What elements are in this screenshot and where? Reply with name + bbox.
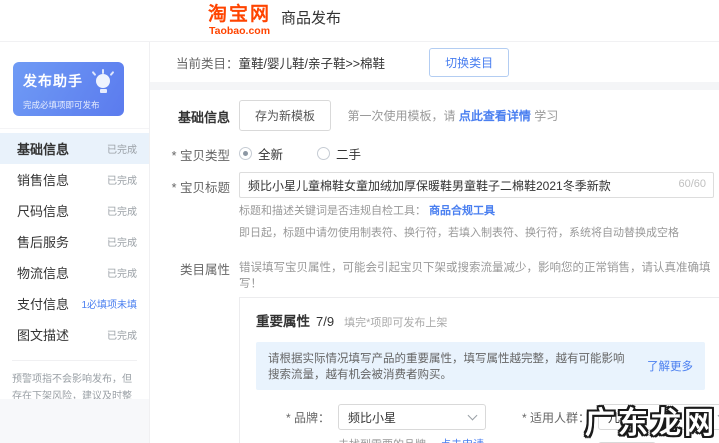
title-input-wrap: 60/60 bbox=[239, 172, 714, 198]
current-category-label: 当前类目： bbox=[176, 53, 239, 72]
sidebar-item-label: 基础信息 bbox=[17, 139, 69, 158]
category-path: 童鞋/婴儿鞋/亲子鞋>>棉鞋 bbox=[239, 53, 386, 72]
title-note-1-text: 标题和描述关键词是否违规自检工具： bbox=[239, 205, 426, 217]
brand-row: 品牌： 频比小星 bbox=[256, 404, 494, 430]
sidebar-item-label: 图文描述 bbox=[17, 325, 69, 344]
body-row: 发布助手 完成必填项即可发布 基础信息 已完成 销售信息 已完成 尺码信息 bbox=[0, 42, 719, 443]
brand-label: 品牌： bbox=[256, 409, 330, 426]
sidebar-item-payment-info[interactable]: 支付信息 1必填项未填 bbox=[0, 288, 149, 319]
brand-note-text: 未找到需要的品牌， bbox=[338, 439, 437, 443]
section-header-controls: 存为新模板 第一次使用模板，请 点此查看详情 学习 bbox=[239, 100, 719, 131]
template-hint: 第一次使用模板，请 点此查看详情 学习 bbox=[347, 109, 558, 123]
current-category-bar: 当前类目： 童鞋/婴儿鞋/亲子鞋>>棉鞋 切换类目 bbox=[150, 42, 719, 82]
basic-info-section: 基础信息 存为新模板 第一次使用模板，请 点此查看详情 学习 宝贝类型 bbox=[150, 90, 719, 443]
sidebar-item-basic-info[interactable]: 基础信息 已完成 bbox=[0, 133, 149, 164]
brand-value: 频比小星 bbox=[348, 409, 396, 426]
divider-band bbox=[150, 82, 719, 90]
section-title: 基础信息 bbox=[160, 100, 230, 126]
title-note-1: 标题和描述关键词是否违规自检工具： 商品合规工具 bbox=[239, 203, 719, 220]
status-badge: 已完成 bbox=[107, 172, 137, 187]
lightbulb-icon bbox=[91, 69, 115, 95]
apply-brand-link[interactable]: 点击申请 bbox=[440, 439, 484, 443]
sidebar-item-label: 售后服务 bbox=[17, 232, 69, 251]
sidebar-item-sales-info[interactable]: 销售信息 已完成 bbox=[0, 164, 149, 195]
app-header: 淘宝网 Taobao.com 商品发布 bbox=[0, 0, 719, 42]
status-badge: 已完成 bbox=[107, 203, 137, 218]
attrs-hint: 填完*项即可发布上架 bbox=[344, 314, 447, 330]
sidebar-item-after-sales[interactable]: 售后服务 已完成 bbox=[0, 226, 149, 257]
char-counter: 60/60 bbox=[678, 178, 706, 190]
category-attr-warning: 错误填写宝贝属性，可能会引起宝贝下架或搜索流量减少，影响您的正常销售，请认真准确… bbox=[239, 254, 719, 291]
attrs-progress: 7/9 bbox=[316, 314, 334, 329]
watermark-text: 广东龙网 bbox=[585, 398, 717, 442]
taobao-logo[interactable]: 淘宝网 Taobao.com bbox=[208, 5, 271, 37]
sidebar-menu: 基础信息 已完成 销售信息 已完成 尺码信息 已完成 售后服务 已完成 物流信息 bbox=[0, 128, 149, 350]
sidebar-item-size-info[interactable]: 尺码信息 已完成 bbox=[0, 195, 149, 226]
sidebar-item-label: 尺码信息 bbox=[17, 201, 69, 220]
taobao-logo-en: Taobao.com bbox=[208, 26, 271, 37]
chevron-down-icon bbox=[468, 410, 478, 420]
banner-text: 请根据实际情况填写产品的重要属性，填写属性越完整，越有可能影响搜索流量，越有机会… bbox=[268, 350, 629, 382]
main-content: 当前类目： 童鞋/婴儿鞋/亲子鞋>>棉鞋 切换类目 基础信息 存为新模板 第一次… bbox=[150, 42, 719, 443]
sidebar-footer-area bbox=[0, 399, 149, 443]
status-badge: 已完成 bbox=[107, 234, 137, 249]
save-as-template-button[interactable]: 存为新模板 bbox=[239, 100, 331, 131]
item-title-label: 宝贝标题 bbox=[160, 172, 230, 196]
publish-assistant-card[interactable]: 发布助手 完成必填项即可发布 bbox=[13, 62, 124, 116]
attrs-left-column: 品牌： 频比小星 未找到需要的品牌， 点击申请 bbox=[256, 404, 494, 443]
taobao-product-publish-page: 淘宝网 Taobao.com 商品发布 发布助手 完成必填项即可发布 基础信息 … bbox=[0, 0, 719, 443]
sidebar-item-label: 支付信息 bbox=[17, 294, 69, 313]
radio-unselected-icon bbox=[317, 147, 330, 160]
status-badge: 已完成 bbox=[107, 265, 137, 280]
item-type-row: 宝贝类型 全新 二手 bbox=[160, 140, 719, 164]
attrs-info-banner: 请根据实际情况填写产品的重要属性，填写属性越完整，越有可能影响搜索流量，越有机会… bbox=[256, 342, 705, 390]
taobao-logo-cn: 淘宝网 bbox=[208, 5, 271, 24]
sidebar-item-logistics-info[interactable]: 物流信息 已完成 bbox=[0, 257, 149, 288]
sidebar-item-label: 物流信息 bbox=[17, 263, 69, 282]
category-attr-label: 类目属性 bbox=[160, 254, 230, 278]
item-title-input[interactable] bbox=[239, 172, 714, 198]
brand-select[interactable]: 频比小星 bbox=[338, 404, 486, 430]
learn-more-link[interactable]: 了解更多 bbox=[647, 358, 693, 374]
radio-selected-icon bbox=[239, 147, 252, 160]
switch-category-button[interactable]: 切换类目 bbox=[429, 48, 509, 77]
brand-note: 未找到需要的品牌， 点击申请 bbox=[338, 436, 494, 443]
page-title: 商品发布 bbox=[281, 7, 341, 28]
radio-option-new[interactable]: 全新 bbox=[239, 144, 283, 163]
section-header-row: 基础信息 存为新模板 第一次使用模板，请 点此查看详情 学习 bbox=[160, 100, 719, 131]
item-title-controls: 60/60 标题和描述关键词是否违规自检工具： 商品合规工具 即日起，标题中请勿… bbox=[239, 172, 719, 242]
sidebar: 发布助手 完成必填项即可发布 基础信息 已完成 销售信息 已完成 尺码信息 bbox=[0, 42, 150, 443]
view-details-link[interactable]: 点此查看详情 bbox=[459, 109, 531, 123]
status-badge: 已完成 bbox=[107, 327, 137, 342]
radio-label: 二手 bbox=[336, 144, 361, 163]
category-attr-row: 类目属性 错误填写宝贝属性，可能会引起宝贝下架或搜索流量减少，影响您的正常销售，… bbox=[160, 254, 719, 291]
sidebar-item-label: 销售信息 bbox=[17, 170, 69, 189]
item-type-label: 宝贝类型 bbox=[160, 140, 230, 164]
title-note-2: 即日起，标题中请勿使用制表符、换行符，若填入制表符、换行符，系统将自动替换成空格 bbox=[239, 225, 719, 242]
crowd-label: 适用人群： bbox=[518, 409, 590, 426]
radio-label: 全新 bbox=[258, 144, 283, 163]
sidebar-item-description[interactable]: 图文描述 已完成 bbox=[0, 319, 149, 350]
item-title-row: 宝贝标题 60/60 标题和描述关键词是否违规自检工具： 商品合规工具 即日起，… bbox=[160, 172, 719, 242]
item-type-options: 全新 二手 bbox=[239, 140, 719, 163]
assistant-subtitle: 完成必填项即可发布 bbox=[23, 99, 114, 111]
template-hint-suffix: 学习 bbox=[534, 109, 558, 123]
compliance-tool-link[interactable]: 商品合规工具 bbox=[429, 205, 495, 217]
radio-option-used[interactable]: 二手 bbox=[317, 144, 361, 163]
important-attrs-title: 重要属性 bbox=[256, 310, 310, 330]
important-attrs-header: 重要属性 7/9 填完*项即可发布上架 bbox=[246, 310, 705, 330]
status-badge-unfilled: 1必填项未填 bbox=[81, 296, 137, 311]
status-badge: 已完成 bbox=[107, 141, 137, 156]
template-hint-prefix: 第一次使用模板，请 bbox=[347, 109, 455, 123]
